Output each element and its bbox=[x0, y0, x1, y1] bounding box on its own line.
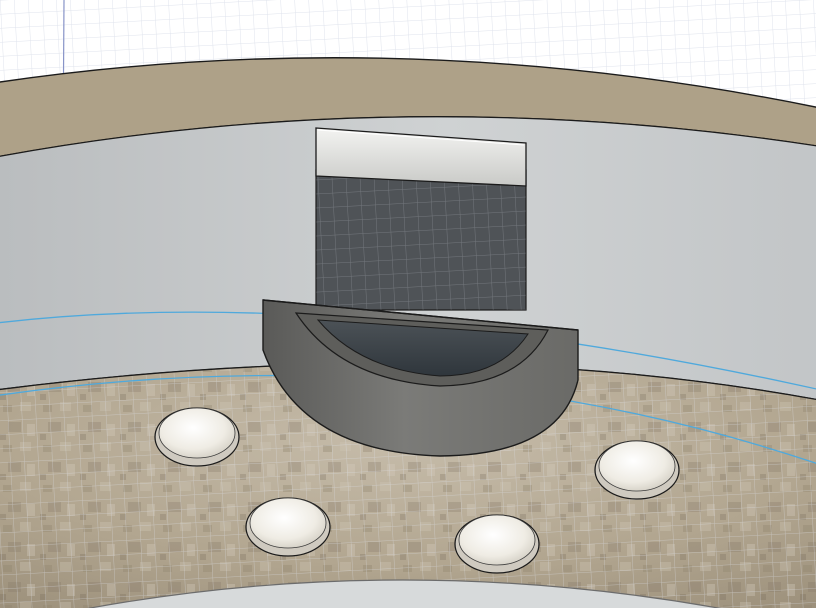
rubber-foot-4[interactable] bbox=[454, 514, 540, 574]
3d-viewport[interactable] bbox=[0, 0, 816, 608]
rubber-foot-3[interactable] bbox=[245, 497, 331, 557]
rubber-foot-2[interactable] bbox=[594, 440, 680, 500]
rubber-foot-1[interactable] bbox=[154, 407, 240, 467]
model-canvas[interactable] bbox=[0, 0, 816, 608]
slot-tab[interactable] bbox=[315, 127, 527, 311]
